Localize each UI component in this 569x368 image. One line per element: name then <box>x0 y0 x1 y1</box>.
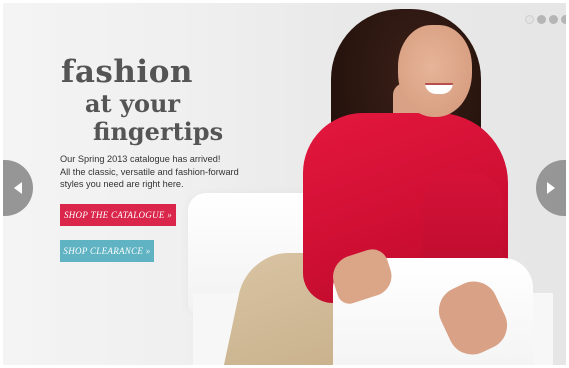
model-face <box>398 25 472 117</box>
carousel-dot[interactable] <box>561 15 566 24</box>
hero-intro-text: Our Spring 2013 catalogue has arrived! A… <box>60 153 250 191</box>
chevron-left-icon <box>14 182 22 194</box>
hero-headline: fashion at your fingertips <box>59 57 223 144</box>
hero-banner: fashion at your fingertips Our Spring 20… <box>3 3 566 365</box>
intro-line: styles you need are right here. <box>60 179 184 189</box>
intro-line: All the classic, versatile and fashion-f… <box>60 166 239 177</box>
shop-catalogue-button[interactable]: SHOP THE CATALOGUE » <box>60 204 176 226</box>
headline-line-1: fashion <box>61 54 193 90</box>
carousel-dot[interactable] <box>549 15 558 24</box>
headline-line-2: at your <box>85 89 181 118</box>
chevron-right-icon <box>547 182 555 194</box>
intro-line: Our Spring 2013 catalogue has arrived! <box>60 154 221 164</box>
shop-clearance-button[interactable]: SHOP CLEARANCE » <box>60 240 154 262</box>
carousel-dot[interactable] <box>537 15 546 24</box>
carousel-dot[interactable] <box>525 15 534 24</box>
carousel-pagination <box>525 15 566 24</box>
headline-line-3: fingertips <box>93 117 224 146</box>
